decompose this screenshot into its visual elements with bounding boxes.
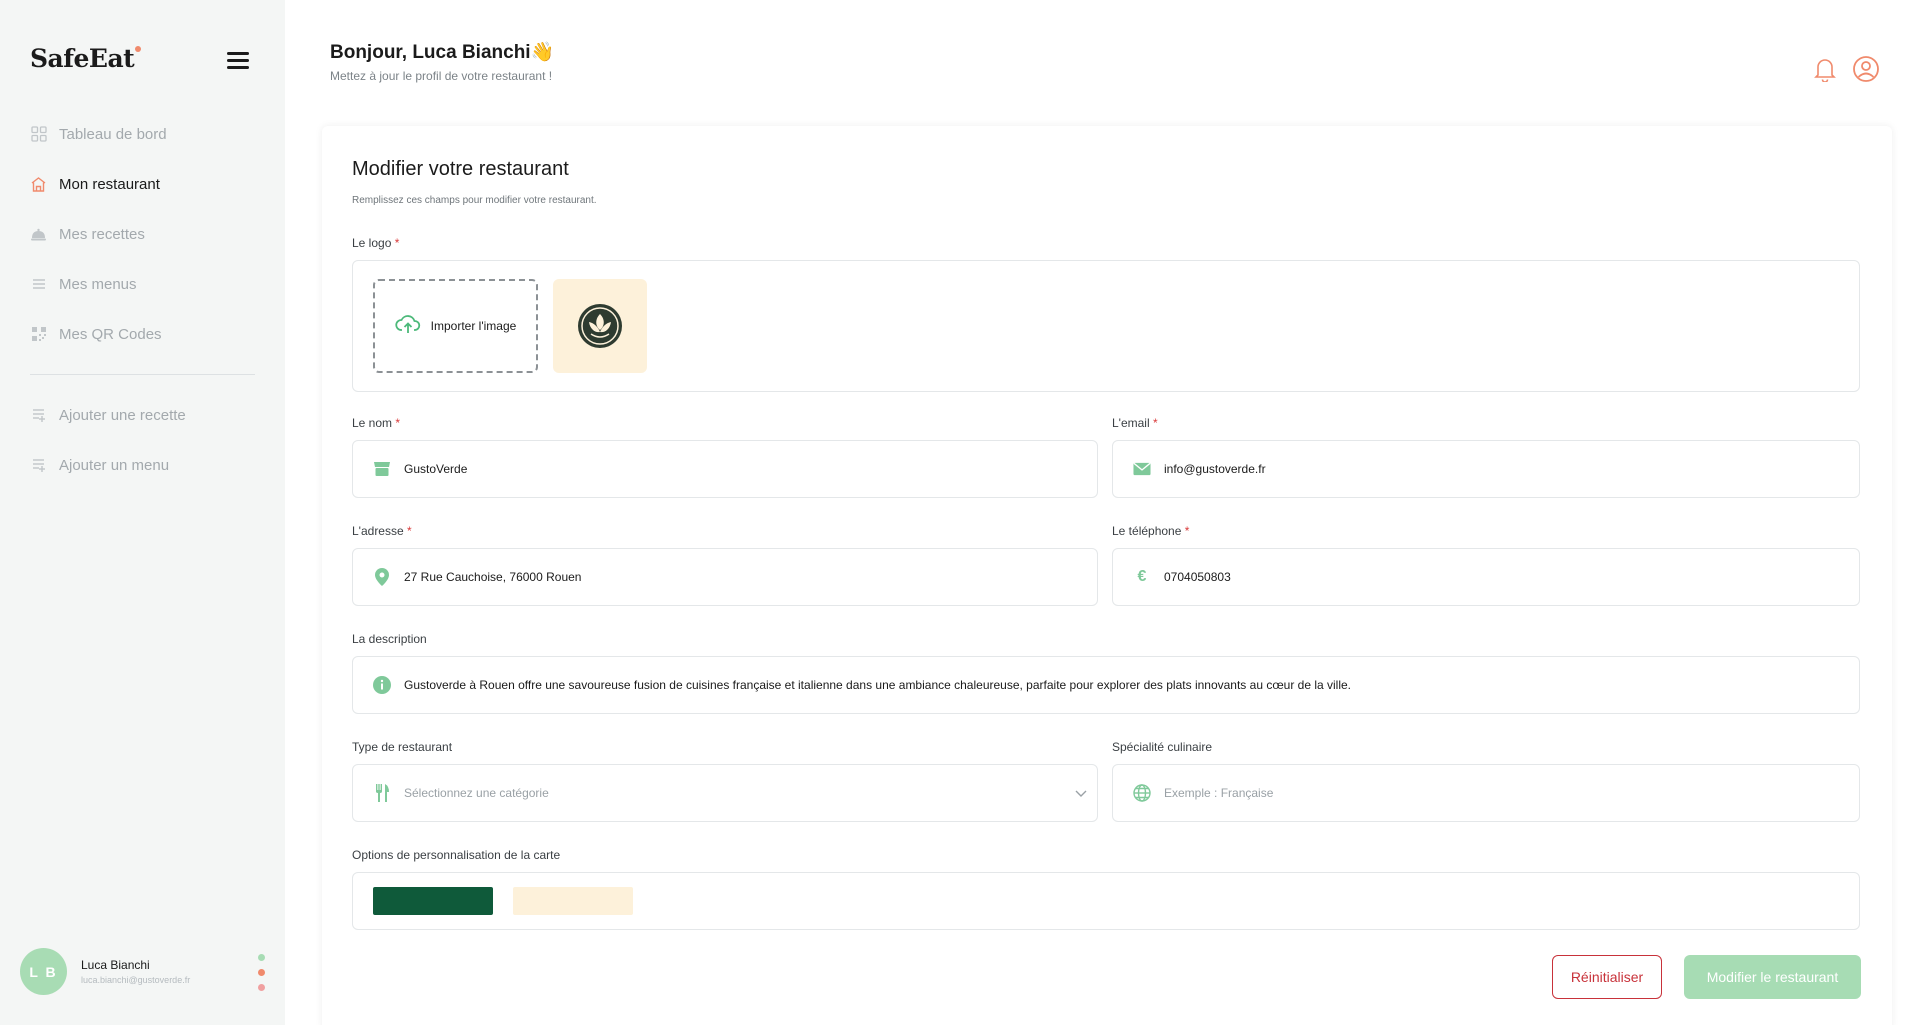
phone-label: Le téléphone * [1112, 524, 1190, 538]
euro-icon: € [1137, 568, 1147, 585]
profile-name: Luca Bianchi [81, 958, 150, 972]
name-value: GustoVerde [404, 462, 468, 476]
logo-section: Importer l'image [352, 260, 1860, 392]
name-label: Le nom * [352, 416, 401, 430]
upload-label: Importer l'image [430, 319, 517, 333]
fork-knife-icon [373, 784, 391, 802]
phone-value: 0704050803 [1164, 570, 1231, 584]
sidebar-item-label: Mes recettes [59, 225, 145, 243]
upload-image-button[interactable]: Importer l'image [373, 279, 538, 373]
type-select[interactable]: Sélectionnez une catégorie [352, 764, 1098, 822]
restaurant-logo-icon [578, 304, 622, 348]
logo-label: Le logo * [352, 236, 400, 250]
user-profile[interactable]: L B Luca Bianchi luca.bianchi@gustoverde… [20, 948, 190, 995]
specialty-field[interactable]: Exemple : Française [1112, 764, 1860, 822]
sidebar-item-add-menu[interactable]: Ajouter un menu [30, 453, 169, 477]
sidebar-item-label: Ajouter un menu [59, 456, 170, 474]
mail-icon [1133, 460, 1151, 478]
page-greeting: Bonjour, Luca Bianchi👋 [330, 42, 555, 63]
location-pin-icon [373, 568, 391, 586]
form-subtitle: Remplissez ces champs pour modifier votr… [352, 195, 597, 206]
reset-button[interactable]: Réinitialiser [1552, 955, 1662, 999]
type-label: Type de restaurant [352, 740, 453, 754]
user-account-icon[interactable] [1852, 55, 1880, 88]
add-list-icon [30, 457, 47, 474]
profile-options-icon[interactable] [258, 954, 266, 999]
globe-icon [1133, 784, 1151, 802]
sidebar-divider [30, 374, 255, 375]
submit-button[interactable]: Modifier le restaurant [1684, 955, 1861, 999]
cloche-icon [30, 226, 47, 243]
email-label: L'email * [1112, 416, 1158, 430]
add-list-icon [30, 407, 47, 424]
color-options [352, 872, 1860, 930]
description-value: Gustoverde à Rouen offre une savoureuse … [404, 678, 1352, 692]
cloud-upload-icon [395, 314, 421, 338]
restaurant-icon [30, 176, 47, 193]
dashboard-icon [30, 126, 47, 143]
avatar: L B [20, 948, 67, 995]
customization-label: Options de personnalisation de la carte [352, 848, 561, 862]
phone-field[interactable]: € 0704050803 [1112, 548, 1860, 606]
address-value: 27 Rue Cauchoise, 76000 Rouen [404, 570, 582, 584]
sidebar-item-recipes[interactable]: Mes recettes [30, 222, 145, 246]
sidebar-item-restaurant[interactable]: Mon restaurant [30, 172, 160, 196]
sidebar-item-qr-codes[interactable]: Mes QR Codes [30, 322, 162, 346]
name-field[interactable]: GustoVerde [352, 440, 1098, 498]
info-icon [373, 676, 391, 694]
specialty-label: Spécialité culinaire [1112, 740, 1213, 754]
brand-name: SafeEat [30, 44, 135, 73]
address-label: L'adresse * [352, 524, 412, 538]
secondary-color-swatch[interactable] [513, 887, 633, 915]
page-subtitle: Mettez à jour le profil de votre restaur… [330, 69, 553, 83]
profile-email: luca.bianchi@gustoverde.fr [81, 975, 191, 985]
specialty-placeholder: Exemple : Française [1164, 786, 1274, 800]
address-field[interactable]: 27 Rue Cauchoise, 76000 Rouen [352, 548, 1098, 606]
sidebar-item-menus[interactable]: Mes menus [30, 272, 137, 296]
sidebar-item-label: Mon restaurant [59, 175, 160, 193]
hamburger-menu-icon[interactable] [227, 52, 249, 70]
description-label: La description [352, 632, 427, 646]
email-field[interactable]: info@gustoverde.fr [1112, 440, 1860, 498]
sidebar-item-label: Ajouter une recette [59, 406, 186, 424]
menu-list-icon [30, 276, 47, 293]
sidebar-item-dashboard[interactable]: Tableau de bord [30, 122, 167, 146]
primary-color-swatch[interactable] [373, 887, 493, 915]
description-field[interactable]: Gustoverde à Rouen offre une savoureuse … [352, 656, 1860, 714]
form-title: Modifier votre restaurant [352, 158, 569, 180]
store-icon [373, 460, 391, 478]
sidebar-item-label: Mes QR Codes [59, 325, 162, 343]
brand-dot [135, 46, 142, 52]
type-placeholder: Sélectionnez une catégorie [404, 786, 549, 800]
logo-preview [553, 279, 647, 373]
brand-logo[interactable]: SafeEat [30, 44, 142, 73]
bell-icon[interactable] [1814, 56, 1836, 87]
edit-restaurant-card: Modifier votre restaurant Remplissez ces… [322, 126, 1892, 1025]
sidebar: SafeEat Tableau de bord Mon restaurant M… [0, 0, 285, 1025]
sidebar-item-label: Mes menus [59, 275, 137, 293]
sidebar-item-add-recipe[interactable]: Ajouter une recette [30, 403, 186, 427]
chevron-down-icon [1075, 787, 1087, 801]
qr-code-icon [30, 326, 47, 343]
sidebar-item-label: Tableau de bord [59, 125, 167, 143]
email-value: info@gustoverde.fr [1164, 462, 1266, 476]
